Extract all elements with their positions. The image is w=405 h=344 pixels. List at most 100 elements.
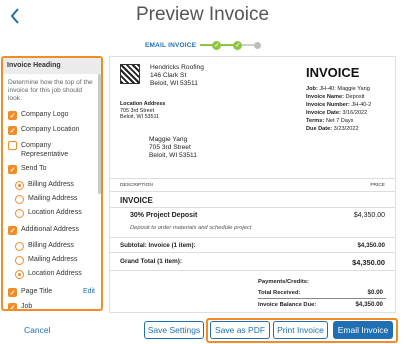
checkbox-checked-icon: ✓ — [8, 111, 17, 120]
invoice-heading-panel: Invoice Heading Determine how the top of… — [1, 56, 103, 311]
company-rep-checkbox[interactable]: Company Representative — [8, 141, 96, 159]
stepper-label: EMAIL INVOICE — [145, 41, 197, 49]
billing-address-radio[interactable]: Billing Address — [15, 181, 74, 190]
buttons-highlight — [206, 318, 398, 343]
option-label: Additional Address — [21, 226, 79, 233]
checkbox-checked-icon: ✓ — [8, 303, 17, 311]
grand-total-label: Grand Total (1 item): — [120, 258, 183, 265]
meta-value: Deposit — [345, 94, 365, 101]
option-label: Mailing Address — [28, 256, 78, 263]
meta-value: 3/16/2022 — [342, 110, 368, 117]
edit-page-title-link[interactable]: Edit — [83, 288, 95, 295]
option-label: Job — [21, 303, 33, 310]
radio-icon — [15, 195, 24, 204]
page-title: Preview Invoice — [135, 4, 270, 25]
divider — [110, 237, 395, 238]
checkbox-checked-icon: ✓ — [8, 288, 17, 297]
section-title: INVOICE — [120, 196, 153, 205]
subtotal-label: Subtotal: Invoice (1 item): — [120, 242, 196, 249]
step-connector — [242, 44, 255, 46]
item-name: 30% Project Deposit — [130, 212, 198, 219]
bill-name: Maggie Yang — [149, 136, 188, 143]
divider — [110, 207, 395, 208]
step-3-dot — [254, 41, 262, 49]
location-address: Location Address 705 3rd Street Beloit, … — [120, 101, 165, 121]
company-block: Hendricks Roofing 146 Clark St Beloit, W… — [150, 64, 204, 89]
meta-value: JH-40-2 — [351, 102, 372, 109]
checkbox-checked-icon: ✓ — [8, 126, 17, 135]
save-settings-button[interactable]: Save Settings — [144, 321, 204, 339]
item-price: $4,350.00 — [353, 212, 385, 219]
additional-billing-radio[interactable]: Billing Address — [15, 242, 74, 251]
company-logo-checkbox[interactable]: ✓ Company Logo — [8, 111, 68, 120]
step-connector — [200, 44, 213, 46]
meta-label: Due Date: — [306, 126, 333, 133]
radio-icon — [15, 209, 24, 218]
panel-description: Determine how the top of the invoice for… — [8, 79, 93, 103]
radio-icon — [15, 256, 24, 265]
table-header: DESCRIPTION PRICE — [110, 178, 395, 192]
meta-label: Invoice Number: — [306, 102, 350, 109]
page-title-checkbox[interactable]: ✓ Page Title — [8, 288, 52, 297]
subtotal-value: $4,350.00 — [357, 242, 385, 249]
payments-label: Payments/Credits: — [258, 279, 309, 285]
additional-location-radio[interactable]: Location Address — [15, 270, 82, 279]
radio-selected-icon — [15, 270, 24, 279]
bill-city: Beloit, WI 53511 — [149, 152, 197, 160]
radio-selected-icon — [15, 181, 24, 190]
location-street: 705 3rd Street — [120, 107, 155, 114]
meta-label: Invoice Date: — [306, 110, 341, 117]
mailing-address-radio[interactable]: Mailing Address — [15, 195, 77, 204]
header: Preview Invoice — [0, 0, 405, 34]
send-to-checkbox[interactable]: ✓ Send To — [8, 165, 47, 174]
received-label: Total Received: — [258, 290, 301, 296]
company-name: Hendricks Roofing — [150, 64, 204, 71]
company-logo — [120, 64, 140, 84]
option-label: Company Location — [21, 126, 80, 133]
location-city: Beloit, WI 53511 — [120, 114, 160, 121]
invoice-preview: Hendricks Roofing 146 Clark St Beloit, W… — [109, 56, 396, 313]
invoice-meta: Job: JH-40: Maggie Yang Invoice Name: De… — [306, 85, 371, 134]
company-location-checkbox[interactable]: ✓ Company Location — [8, 126, 79, 135]
divider — [110, 270, 395, 271]
option-label: Company Logo — [21, 111, 69, 118]
cancel-button[interactable]: Cancel — [24, 325, 50, 335]
meta-label: Job: — [306, 86, 318, 92]
step-1-check-icon: ✓ — [212, 40, 222, 50]
checkbox-unchecked-icon — [8, 141, 17, 150]
invoice-title: INVOICE — [306, 65, 360, 80]
balance-value: $4,350.00 — [355, 301, 383, 308]
additional-address-checkbox[interactable]: ✓ Additional Address — [8, 226, 79, 235]
divider — [258, 298, 386, 299]
meta-label: Terms: — [306, 118, 325, 125]
checkbox-checked-icon: ✓ — [8, 226, 17, 235]
job-checkbox[interactable]: ✓ Job — [8, 303, 33, 311]
location-address-radio[interactable]: Location Address — [15, 209, 82, 218]
grand-total-value: $4,350.00 — [352, 258, 385, 267]
location-label: Location Address — [120, 101, 166, 107]
option-label: Mailing Address — [28, 195, 78, 202]
radio-icon — [15, 242, 24, 251]
meta-value: JH-40: Maggie Yang — [319, 86, 370, 92]
additional-mailing-radio[interactable]: Mailing Address — [15, 256, 77, 265]
option-label: Send To — [21, 165, 47, 172]
option-label: Location Address — [28, 270, 82, 277]
option-label: Billing Address — [28, 242, 74, 249]
option-label: Billing Address — [28, 181, 74, 188]
scrollbar[interactable] — [98, 74, 101, 194]
option-label: Company Representative — [21, 142, 69, 158]
received-value: $0.00 — [367, 289, 383, 296]
step-2-check-icon: ✓ — [233, 40, 243, 50]
column-price: PRICE — [370, 183, 385, 188]
checkbox-checked-icon: ✓ — [8, 165, 17, 174]
company-street: 146 Clark St — [150, 72, 187, 80]
meta-label: Invoice Name: — [306, 94, 344, 101]
balance-label: Invoice Balance Due: — [258, 302, 317, 308]
divider — [110, 252, 395, 253]
progress-stepper: EMAIL INVOICE ✓ ✓ — [145, 38, 262, 52]
meta-value: Net 7 Days — [325, 118, 354, 125]
item-note: Deposit to order materials and schedule … — [130, 225, 252, 231]
option-label: Page Title — [21, 288, 53, 295]
panel-heading: Invoice Heading — [3, 58, 101, 74]
meta-value: 3/23/2022 — [333, 126, 359, 133]
